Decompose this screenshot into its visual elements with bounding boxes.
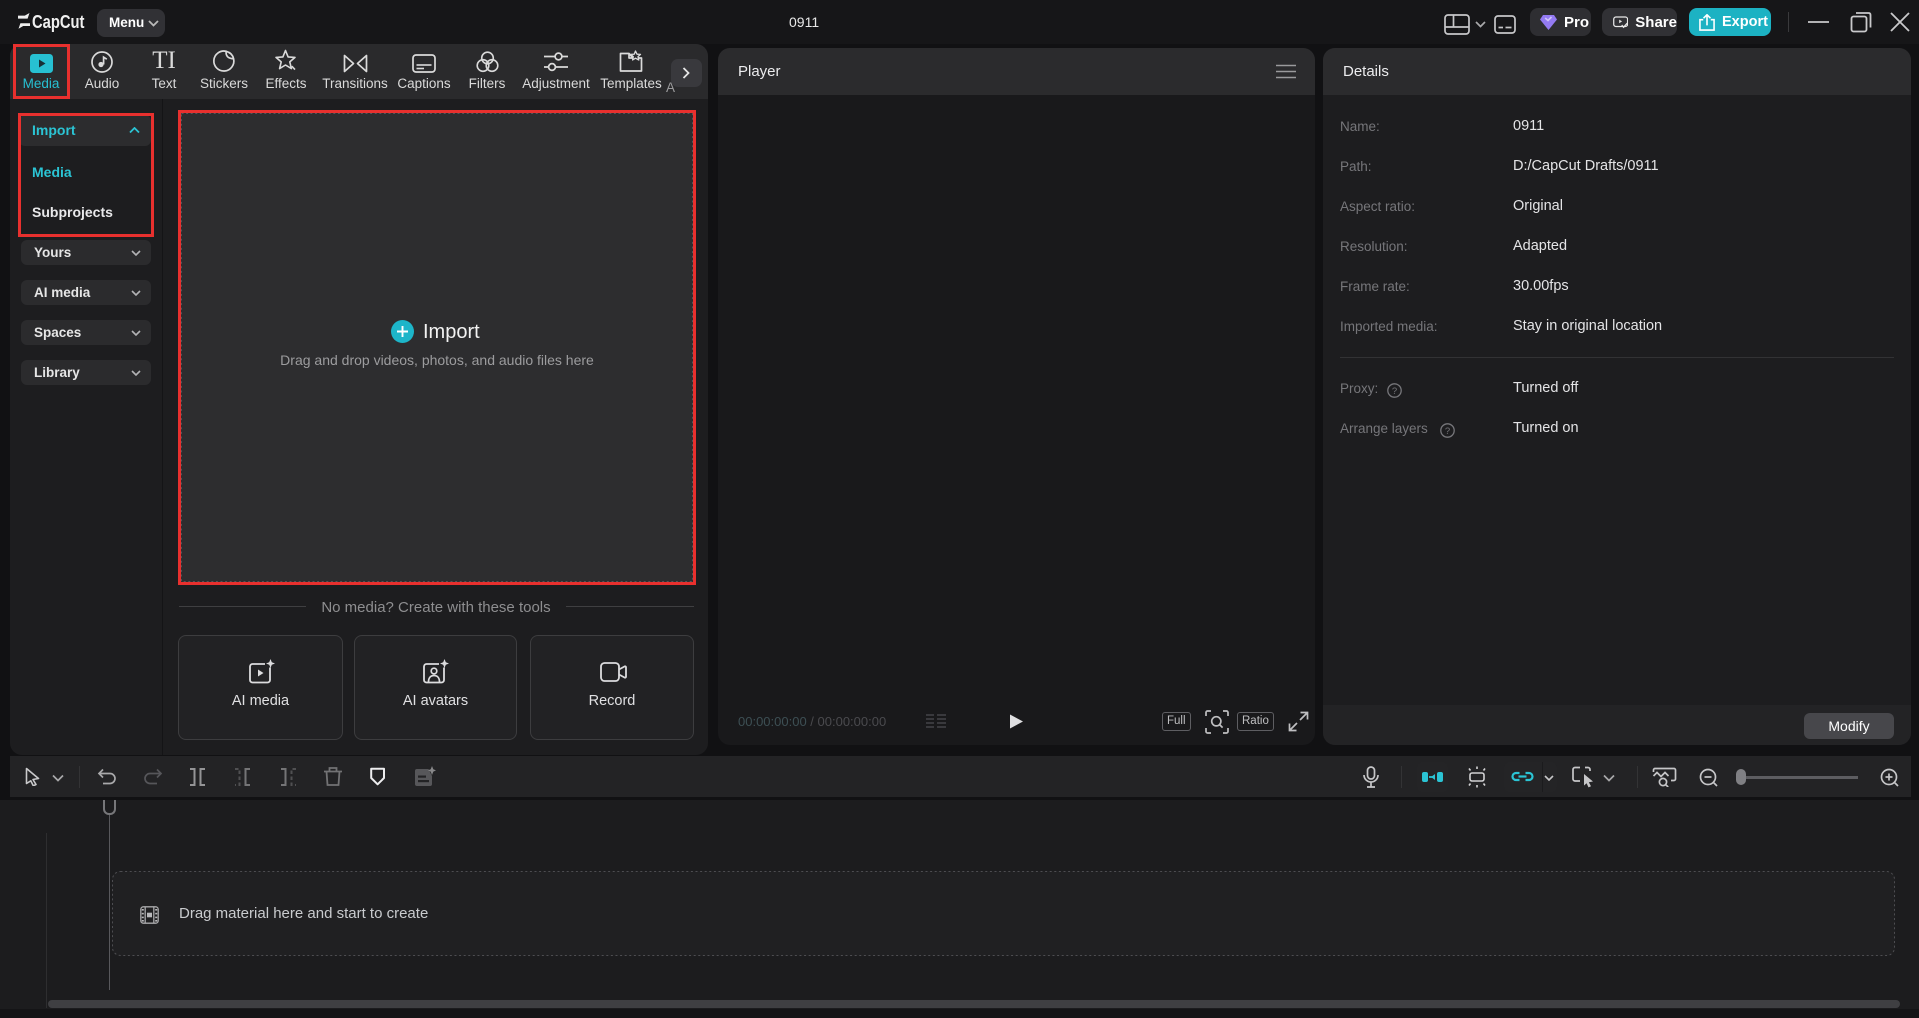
svg-text:?: ? [1392,386,1397,397]
svg-text:?: ? [1445,426,1450,437]
